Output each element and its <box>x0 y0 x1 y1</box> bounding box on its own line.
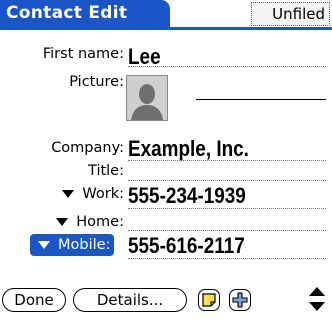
details-button[interactable]: Details... <box>73 288 187 312</box>
mobile-phone-field[interactable]: 555-616-2117 <box>128 233 245 259</box>
note-icon <box>202 293 216 307</box>
mobile-selector[interactable]: Mobile: <box>30 234 115 256</box>
title-label: Title: <box>88 163 124 179</box>
dropdown-triangle-icon <box>62 190 75 198</box>
mobile-label: Mobile: <box>58 237 111 253</box>
add-button[interactable] <box>229 289 251 311</box>
work-phone-field[interactable]: 555-234-1939 <box>128 183 246 209</box>
title-underline <box>128 180 326 181</box>
company-underline <box>128 160 326 161</box>
company-label: Company: <box>51 140 124 156</box>
person-silhouette-icon <box>127 76 167 120</box>
dropdown-triangle-icon <box>56 218 69 226</box>
scroll-arrows-icon <box>309 287 325 311</box>
plus-icon <box>232 292 248 308</box>
company-field[interactable]: Example, Inc. <box>128 136 249 162</box>
done-button[interactable]: Done <box>2 288 66 312</box>
category-picker[interactable]: Unfiled <box>251 2 330 26</box>
dropdown-triangle-icon <box>38 241 50 249</box>
picture-divider <box>196 99 326 100</box>
work-underline <box>128 208 326 209</box>
picture-label: Picture: <box>69 74 124 90</box>
first-name-underline <box>128 66 326 67</box>
category-label: Unfiled <box>272 5 325 23</box>
picture-placeholder[interactable] <box>126 75 168 121</box>
home-label: Home: <box>76 214 124 230</box>
mobile-underline <box>128 258 326 259</box>
first-name-label: First name: <box>42 46 124 62</box>
note-button[interactable] <box>198 289 220 311</box>
work-selector[interactable]: Work: <box>62 186 124 202</box>
home-selector[interactable]: Home: <box>56 214 124 230</box>
contact-edit-screen: Contact Edit Unfiled First name: Lee Pic… <box>0 0 332 321</box>
scroll-control[interactable] <box>308 283 326 315</box>
work-label: Work: <box>82 186 124 202</box>
form-title: Contact Edit <box>0 0 170 27</box>
home-underline <box>128 230 326 231</box>
title-underline <box>0 27 332 30</box>
